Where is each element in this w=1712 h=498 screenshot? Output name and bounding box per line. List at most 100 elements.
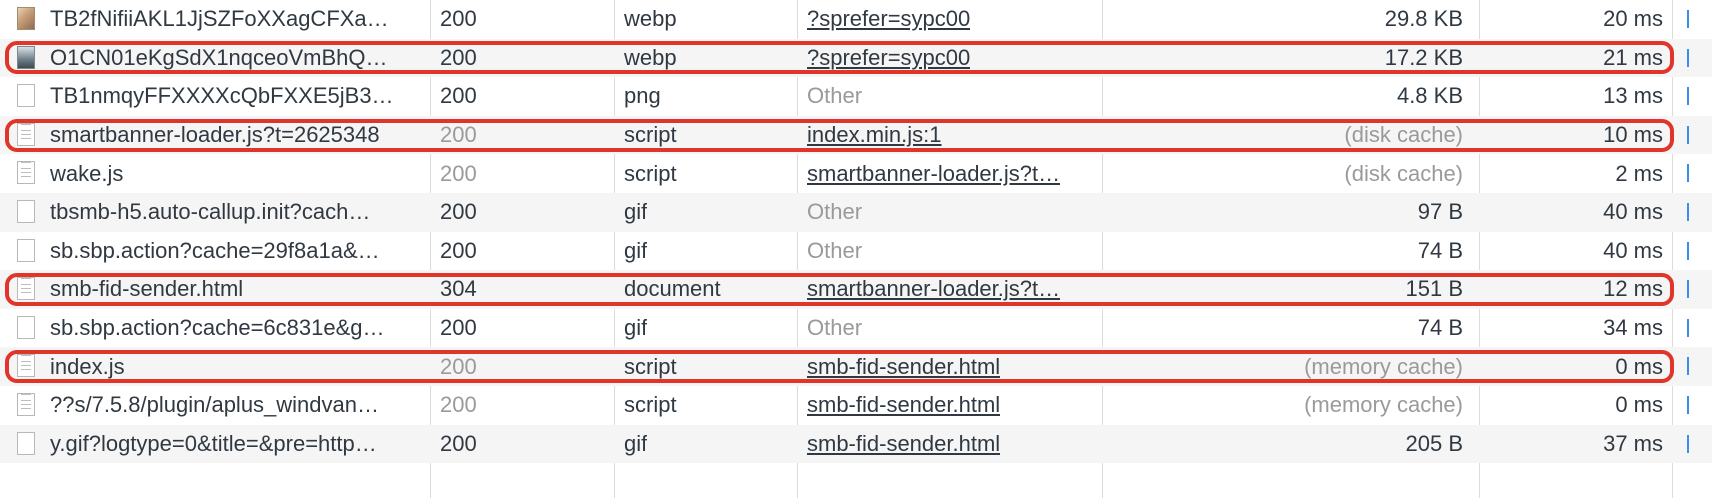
initiator-cell: smb-fid-sender.html [798,386,1102,425]
type-cell: script [615,154,797,193]
size-cell: 74 B [1103,309,1473,348]
size-cell-text: (memory cache) [1304,353,1463,379]
type-cell: gif [615,232,797,271]
initiator-cell: smartbanner-loader.js?t… [798,154,1102,193]
request-row[interactable]: TB2fNifiiAKL1JjSZFoXXagCFXa… 200 webp ?spre… [0,0,1712,39]
size-cell-text: 97 B [1417,199,1463,225]
waterfall-bar [1687,202,1689,221]
status-cell-text: 200 [440,353,477,379]
size-cell: 29.8 KB [1103,0,1473,39]
name-cell: sb.sbp.action?cache=29f8a1a&… [0,232,430,271]
initiator-cell: ?sprefer=sypc00 [798,0,1102,39]
type-cell: gif [615,193,797,232]
initiator-cell-text[interactable]: ?sprefer=sypc00 [807,6,970,32]
request-row[interactable]: wake.js 200 script smartbanner-loader.js?t…… [0,154,1712,193]
waterfall-bar [1687,48,1689,67]
request-row[interactable]: tbsmb-h5.auto-callup.init?cach… 200 gif Oth… [0,192,1712,232]
status-cell: 200 [431,0,614,39]
initiator-cell-text: Other [807,199,863,225]
type-cell-text: png [624,83,661,109]
name-cell-text: wake.js [50,160,124,186]
initiator-cell-text[interactable]: index.min.js:1 [807,122,942,148]
type-cell: webp [615,0,797,39]
name-cell-text: y.gif?logtype=0&title=&pre=http… [50,430,377,456]
request-row[interactable]: sb.sbp.action?cache=29f8a1a&… 200 gif Other… [0,232,1712,271]
time-cell: 37 ms [1481,425,1669,464]
request-row[interactable]: smb-fid-sender.html 304 document smartbanne… [0,270,1712,309]
request-row[interactable]: smartbanner-loader.js?t=2625348 200 script… [0,115,1712,155]
initiator-cell: Other [798,232,1102,271]
waterfall-bar [1687,10,1689,28]
size-cell: (disk cache) [1103,154,1473,193]
size-cell-text: (disk cache) [1344,160,1463,186]
initiator-cell-text[interactable]: smb-fid-sender.html [807,392,1000,418]
name-cell: TB2fNifiiAKL1JjSZFoXXagCFXa… [0,0,430,39]
size-cell: (memory cache) [1103,386,1473,425]
type-cell-text: gif [624,315,648,341]
time-cell: 2 ms [1481,154,1669,193]
time-cell: 40 ms [1481,193,1669,232]
status-cell: 200 [431,193,614,232]
time-cell-text: 34 ms [1603,315,1663,341]
size-cell: 97 B [1103,193,1473,232]
type-cell-text: script [624,353,677,379]
initiator-cell-text: Other [807,237,863,263]
name-cell: smb-fid-sender.html [0,270,430,309]
type-cell-text: gif [624,199,648,225]
status-cell-text: 200 [440,83,477,109]
status-cell-text: 200 [440,315,477,341]
request-row[interactable]: O1CN01eKgSdX1nqceoVmBhQ… 200 webp ?sprefer=… [0,38,1712,78]
time-cell: 34 ms [1481,309,1669,348]
initiator-cell-text[interactable]: smb-fid-sender.html [807,354,1000,380]
request-row[interactable]: index.js 200 script smb-fid-sender.html (mem… [0,347,1712,386]
type-cell: script [615,347,797,386]
waterfall-bar [1687,434,1689,453]
type-cell-text: script [624,160,677,186]
status-cell-text: 200 [440,44,477,70]
request-row[interactable]: y.gif?logtype=0&title=&pre=http… 200 gif sm… [0,424,1712,464]
status-cell-text: 200 [440,392,477,418]
time-cell-text: 12 ms [1603,276,1663,302]
name-cell: sb.sbp.action?cache=6c831e&g… [0,309,430,348]
initiator-cell-text[interactable]: ?sprefer=sypc00 [807,45,970,71]
request-row[interactable]: ??s/7.5.8/plugin/aplus_windvan… 200 script… [0,386,1712,425]
waterfall-bar [1687,280,1689,299]
status-cell-text: 200 [440,122,477,148]
request-row[interactable]: TB1nmqyFFXXXXcQbFXXE5jB3… 200 png Other 4.8 … [0,77,1712,116]
type-cell-text: gif [624,430,648,456]
status-cell-text: 200 [440,199,477,225]
initiator-cell: Other [798,193,1102,232]
initiator-cell: smb-fid-sender.html [798,347,1102,386]
time-cell-text: 21 ms [1603,44,1663,70]
name-cell-text: TB2fNifiiAKL1JjSZFoXXagCFXa… [50,6,389,32]
type-cell-text: script [624,122,677,148]
waterfall-bar [1687,87,1689,106]
size-cell: 17.2 KB [1103,39,1473,78]
type-cell-text: script [624,392,677,418]
name-cell-text: ??s/7.5.8/plugin/aplus_windvan… [50,392,380,418]
name-cell: wake.js [0,154,430,193]
time-cell-text: 20 ms [1603,6,1663,32]
initiator-cell: index.min.js:1 [798,116,1102,155]
initiator-cell: Other [798,309,1102,348]
initiator-cell: smb-fid-sender.html [798,425,1102,464]
status-cell: 200 [431,232,614,271]
time-cell-text: 37 ms [1603,430,1663,456]
waterfall-bar [1687,395,1689,414]
time-cell-text: 40 ms [1603,199,1663,225]
type-cell-text: document [624,276,721,302]
initiator-cell-text[interactable]: smartbanner-loader.js?t… [807,276,1060,302]
initiator-cell: ?sprefer=sypc00 [798,39,1102,78]
name-cell-text: smartbanner-loader.js?t=2625348 [50,122,380,148]
initiator-cell: smartbanner-loader.js?t… [798,270,1102,309]
waterfall-bar [1687,357,1689,376]
initiator-cell-text[interactable]: smb-fid-sender.html [807,431,1000,457]
initiator-cell-text[interactable]: smartbanner-loader.js?t… [807,161,1060,187]
request-row[interactable]: sb.sbp.action?cache=6c831e&g… 200 gif Other… [0,309,1712,348]
status-cell: 304 [431,270,614,309]
time-cell: 40 ms [1481,232,1669,271]
name-cell-text: index.js [50,353,125,379]
size-cell-text: (memory cache) [1304,392,1463,418]
type-cell: script [615,386,797,425]
size-cell: 205 B [1103,425,1473,464]
